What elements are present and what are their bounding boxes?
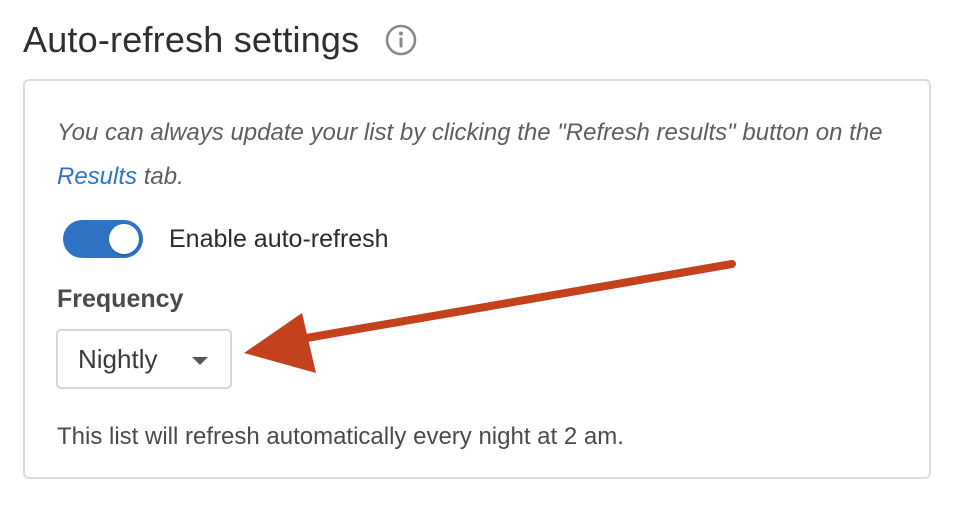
results-tab-link[interactable]: Results: [57, 163, 137, 190]
hint-text-suffix: tab.: [137, 163, 184, 190]
page-title: Auto-refresh settings: [23, 19, 360, 60]
hint-text: You can always update your list by click…: [57, 111, 917, 199]
auto-refresh-toggle-label: Enable auto-refresh: [169, 224, 389, 253]
toggle-knob: [109, 224, 139, 254]
frequency-select-value: Nightly: [78, 343, 158, 374]
auto-refresh-toggle[interactable]: [63, 220, 143, 258]
hint-text-prefix: You can always update your list by click…: [57, 119, 883, 146]
frequency-select[interactable]: Nightly: [56, 329, 232, 389]
frequency-label: Frequency: [57, 285, 184, 313]
refresh-footnote: This list will refresh automatically eve…: [57, 423, 624, 450]
auto-refresh-toggle-row: Enable auto-refresh: [63, 219, 389, 259]
info-circle-icon[interactable]: [385, 24, 417, 56]
header: Auto-refresh settings: [23, 14, 417, 66]
caret-down-icon: [192, 357, 208, 365]
auto-refresh-panel: You can always update your list by click…: [23, 79, 931, 479]
